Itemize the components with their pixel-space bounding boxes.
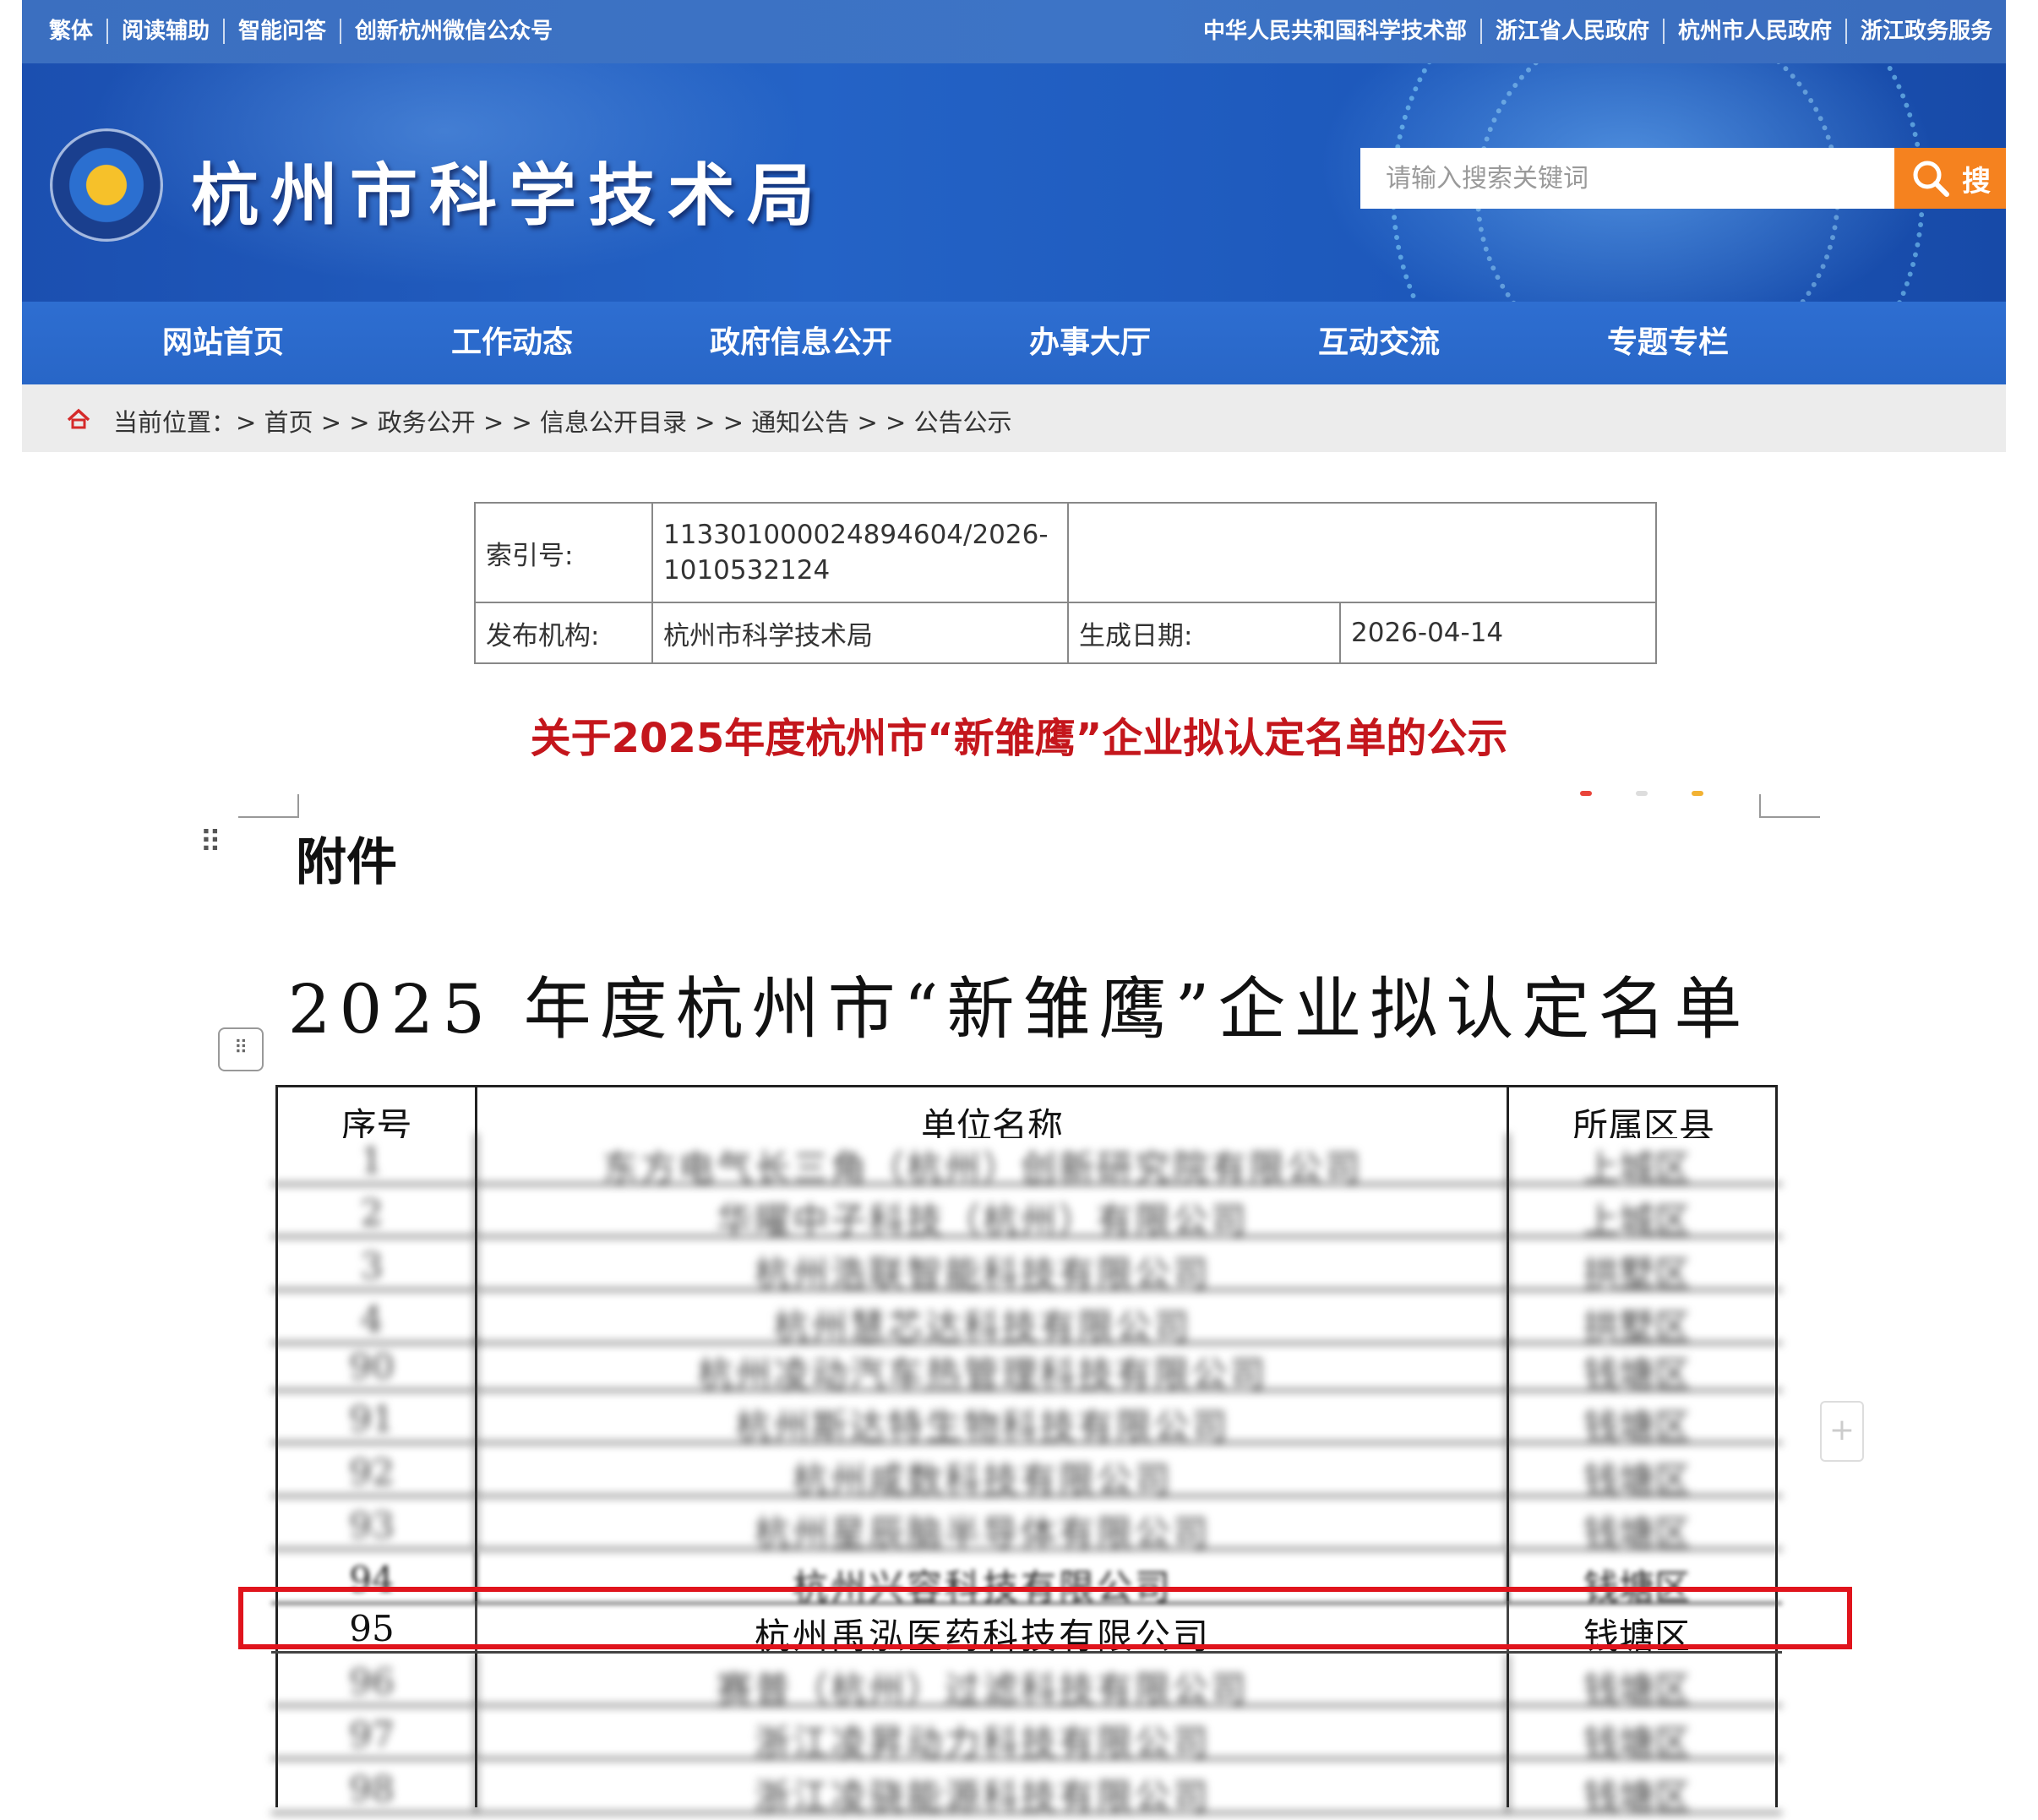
cell-company-name: 杭州咸数科技有限公司 — [792, 1459, 1173, 1501]
publisher-label: 发布机构: — [474, 602, 653, 664]
col-header-no: 序号 — [341, 1105, 412, 1138]
cell-no: 90 — [349, 1346, 395, 1387]
home-icon[interactable] — [66, 408, 91, 430]
cell-no: 91 — [349, 1398, 395, 1440]
date-value: 2026-04-14 — [1339, 602, 1657, 664]
cell-company-name: 浙江凌骁能源科技有限公司 — [754, 1776, 1211, 1817]
cell-district: 上城区 — [1583, 1200, 1690, 1241]
table-row: 98 浙江凌骁能源科技有限公司 钱塘区 — [271, 1762, 1782, 1817]
cell-district: 钱塘区 — [1583, 1354, 1690, 1395]
table-row: 96 赛普（杭州）过滤科技有限公司 钱塘区 — [271, 1654, 1782, 1710]
table-row: 1 东方电气长三角（杭州）创新研究院有限公司 上城区 — [271, 1133, 1782, 1189]
cell-company-name: 杭州浩联智能科技有限公司 — [754, 1253, 1211, 1294]
publisher-value: 杭州市科学技术局 — [651, 602, 1069, 664]
cell-no: 1 — [360, 1140, 384, 1181]
link-most[interactable]: 中华人民共和国科学技术部 — [1190, 19, 1482, 44]
cell-no: 93 — [349, 1505, 395, 1546]
nav-work-news[interactable]: 工作动态 — [385, 302, 639, 384]
col-header-district: 所属区县 — [1572, 1105, 1714, 1138]
link-zhejiang-services[interactable]: 浙江政务服务 — [1847, 19, 2006, 44]
attachment-label: 附件 — [296, 833, 397, 892]
cell-district: 上城区 — [1583, 1147, 1690, 1189]
nav-gov-info[interactable]: 政府信息公开 — [674, 302, 928, 384]
article-headline: 关于2025年度杭州市“新雏鹰”企业拟认定名单的公示 — [530, 715, 1508, 762]
index-label: 索引号: — [474, 502, 653, 603]
cell-district: 钱塘区 — [1583, 1669, 1690, 1710]
table-row: 90 杭州凌动汽车热管理科技有限公司 钱塘区 — [271, 1339, 1782, 1395]
cell-company-name: 东方电气长三角（杭州）创新研究院有限公司 — [602, 1147, 1363, 1189]
nav-service-hall[interactable]: 办事大厅 — [963, 302, 1217, 384]
link-smart-qa[interactable]: 智能问答 — [225, 19, 342, 44]
cell-company-name: 杭州凌动汽车热管理科技有限公司 — [697, 1354, 1268, 1395]
nav-special-topics[interactable]: 专题专栏 — [1541, 302, 1795, 384]
cell-company-name: 浙江凌昇动力科技有限公司 — [754, 1722, 1211, 1763]
window-dot-red — [1580, 791, 1592, 796]
cell-no: 96 — [349, 1661, 395, 1703]
window-dot-yellow — [1692, 791, 1703, 796]
site-title[interactable]: 杭州市科学技术局 — [191, 141, 826, 239]
cell-district: 钱塘区 — [1583, 1722, 1690, 1763]
cell-no: 4 — [360, 1299, 384, 1340]
table-row: 93 杭州星辰脑半导体有限公司 钱塘区 — [271, 1498, 1782, 1554]
cell-company-name: 杭州斯达特生物科技有限公司 — [735, 1406, 1230, 1447]
cell-company-name: 杭州星辰脑半导体有限公司 — [754, 1512, 1211, 1554]
index-value-line2: 1010532124 — [663, 555, 831, 586]
cell-company-name: 赛普（杭州）过滤科技有限公司 — [716, 1669, 1249, 1710]
cell-district: 钱塘区 — [1583, 1512, 1690, 1554]
roster-table: 序号 单位名称 所属区县 1 东方电气长三角（杭州）创新研究院有限公司 上城区 2 华曜… — [271, 1085, 1782, 1817]
cell-no: 97 — [349, 1714, 395, 1756]
highlight-box — [238, 1587, 1852, 1649]
nav-home[interactable]: 网站首页 — [96, 302, 350, 384]
link-traditional-chinese[interactable]: 繁体 — [49, 19, 109, 44]
cell-district: 钱塘区 — [1583, 1776, 1690, 1817]
table-row: 4 杭州慧芯达科技有限公司 拱墅区 — [271, 1292, 1782, 1348]
cell-no: 98 — [349, 1768, 395, 1810]
cell-company-name: 华曜中子科技（杭州）有限公司 — [716, 1200, 1249, 1241]
link-reading-aid[interactable]: 阅读辅助 — [108, 19, 226, 44]
search-input[interactable] — [1360, 148, 1894, 209]
cell-district: 拱墅区 — [1583, 1253, 1690, 1294]
site-banner: 杭州市科学技术局 搜 — [22, 63, 2006, 302]
date-label: 生成日期: — [1067, 602, 1341, 664]
index-value-line1: 113301000024894604/2026- — [663, 520, 1049, 550]
index-empty-cell — [1067, 502, 1657, 603]
list-title: 2025 年度杭州市“新雏鹰”企业拟认定名单 — [287, 970, 1751, 1049]
link-wechat-account[interactable]: 创新杭州微信公众号 — [341, 19, 566, 44]
table-row: 91 杭州斯达特生物科技有限公司 钱塘区 — [271, 1392, 1782, 1447]
cell-no: 2 — [360, 1192, 384, 1234]
page-corner-right — [1759, 794, 1820, 818]
page-corner-left — [238, 794, 299, 818]
main-nav: 网站首页 工作动态 政府信息公开 办事大厅 互动交流 专题专栏 — [22, 302, 2006, 384]
cell-district: 钱塘区 — [1583, 1459, 1690, 1501]
table-row: 92 杭州咸数科技有限公司 钱塘区 — [271, 1445, 1782, 1501]
table-row: 97 浙江凌昇动力科技有限公司 钱塘区 — [271, 1708, 1782, 1763]
breadcrumb: 当前位置：> 首页 > > 政务公开 > > 信息公开目录 > > 通知公告 >… — [22, 384, 2006, 452]
table-grip-icon[interactable]: ⠿ — [218, 1027, 264, 1071]
nav-interaction[interactable]: 互动交流 — [1252, 302, 1506, 384]
link-zhejiang-gov[interactable]: 浙江省人民政府 — [1482, 19, 1665, 44]
utility-links-right: 中华人民共和国科学技术部 浙江省人民政府 杭州市人民政府 浙江政务服务 — [1190, 19, 2006, 44]
window-dot-gray — [1636, 791, 1648, 796]
utility-links-left: 繁体 阅读辅助 智能问答 创新杭州微信公众号 — [49, 19, 566, 44]
cell-no: 3 — [360, 1245, 384, 1287]
link-hangzhou-gov[interactable]: 杭州市人民政府 — [1665, 19, 1847, 44]
table-row: 2 华曜中子科技（杭州）有限公司 上城区 — [271, 1185, 1782, 1241]
breadcrumb-trail[interactable]: 当前位置：> 首页 > > 政务公开 > > 信息公开目录 > > 通知公告 >… — [113, 403, 1012, 439]
cell-district: 钱塘区 — [1583, 1406, 1690, 1447]
document-meta-table: 索引号: 113301000024894604/2026- 1010532124… — [474, 502, 1657, 664]
drag-handle-icon[interactable]: ⠿ — [199, 828, 221, 858]
plus-icon[interactable]: + — [1820, 1401, 1864, 1462]
table-row: 3 杭州浩联智能科技有限公司 拱墅区 — [271, 1239, 1782, 1294]
top-utility-bar: 繁体 阅读辅助 智能问答 创新杭州微信公众号 中华人民共和国科学技术部 浙江省人… — [22, 0, 2006, 63]
index-value: 113301000024894604/2026- 1010532124 — [651, 502, 1069, 603]
bureau-logo[interactable] — [52, 131, 161, 239]
table-header: 序号 单位名称 所属区县 — [278, 1087, 1775, 1138]
search-button-label: 搜 — [1962, 164, 1991, 199]
col-header-name: 单位名称 — [920, 1105, 1063, 1138]
search-button[interactable]: 搜 — [1894, 148, 2006, 209]
cell-no: 92 — [349, 1452, 395, 1493]
search-icon — [1913, 161, 1949, 197]
